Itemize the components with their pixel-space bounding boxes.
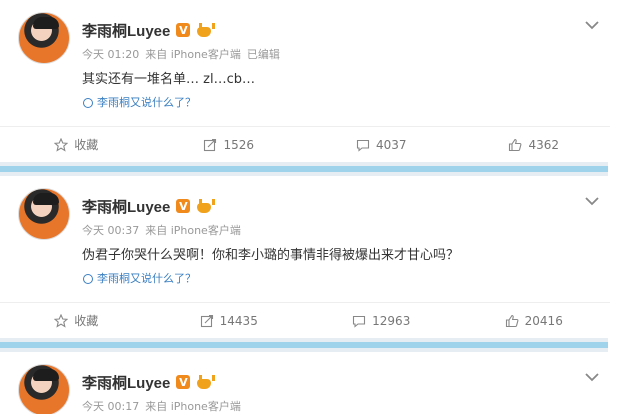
author-row: 李雨桐Luyee V xyxy=(82,20,216,41)
post-text: 伪君子你哭什么哭啊！你和李小璐的事情非得被爆出来才甘心吗？ xyxy=(82,248,460,263)
post-source: 来自 iPhone客户端 xyxy=(145,48,241,61)
post: 李雨桐Luyee V 今天 01:20 来自 iPhone客户端 已编辑 其实还… xyxy=(0,0,610,162)
repost-count: 1526 xyxy=(223,137,255,152)
comment-count: 12963 xyxy=(372,313,411,328)
verified-v-icon: V xyxy=(176,375,191,389)
topic-link[interactable]: 李雨桐又说什么了？ xyxy=(82,270,196,286)
post-text: 其实还有一堆名单… zl…cb… xyxy=(82,72,255,87)
comment-count: 4037 xyxy=(375,137,407,152)
like-count: 20416 xyxy=(524,313,563,328)
repost-button[interactable]: 14435 xyxy=(153,303,306,338)
repost-button[interactable]: 1526 xyxy=(153,127,306,162)
repost-icon xyxy=(204,138,217,151)
comment-button[interactable]: 12963 xyxy=(305,303,458,338)
crown-icon xyxy=(196,199,216,213)
chevron-down-icon[interactable] xyxy=(584,192,600,206)
verified-v-icon: V xyxy=(176,199,191,213)
collect-label: 收藏 xyxy=(74,138,99,152)
chevron-down-icon[interactable] xyxy=(584,368,600,382)
author-row: 李雨桐Luyee V xyxy=(82,372,216,393)
topic-icon xyxy=(82,273,93,284)
comment-icon xyxy=(356,139,370,152)
avatar[interactable] xyxy=(18,364,70,414)
avatar[interactable] xyxy=(18,12,70,64)
like-icon xyxy=(505,314,519,327)
like-count: 4362 xyxy=(528,137,560,152)
topic-label: 李雨桐又说什么了？ xyxy=(97,96,196,109)
repost-icon xyxy=(200,314,213,327)
post-source: 来自 iPhone客户端 xyxy=(145,400,241,413)
star-icon xyxy=(54,313,69,328)
action-bar: 收藏 1526 4037 4362 xyxy=(0,126,610,162)
post-source: 来自 iPhone客户端 xyxy=(145,224,241,237)
author-row: 李雨桐Luyee V xyxy=(82,196,216,217)
post-time[interactable]: 今天 00:17 xyxy=(82,398,139,414)
repost-count: 14435 xyxy=(219,313,258,328)
comment-button[interactable]: 4037 xyxy=(305,127,458,162)
crown-icon xyxy=(196,23,216,37)
chevron-down-icon[interactable] xyxy=(584,16,600,30)
action-bar: 收藏 14435 12963 20416 xyxy=(0,302,610,338)
crown-icon xyxy=(196,375,216,389)
verified-v-icon: V xyxy=(176,23,191,37)
avatar[interactable] xyxy=(18,188,70,240)
like-icon xyxy=(509,138,522,151)
edited-label: 已编辑 xyxy=(246,48,280,61)
topic-icon xyxy=(82,97,93,108)
collect-button[interactable]: 收藏 xyxy=(0,303,153,338)
post-separator xyxy=(0,338,608,352)
topic-label: 李雨桐又说什么了？ xyxy=(97,272,196,285)
post-time[interactable]: 今天 01:20 xyxy=(82,46,139,62)
post: 李雨桐Luyee V 今天 00:17 来自 iPhone客户端 xyxy=(0,352,610,414)
post-meta: 今天 01:20 来自 iPhone客户端 已编辑 xyxy=(82,46,280,62)
author-name[interactable]: 李雨桐Luyee xyxy=(82,20,170,41)
post-separator xyxy=(0,162,608,176)
star-icon xyxy=(54,137,69,152)
post-time[interactable]: 今天 00:37 xyxy=(82,222,139,238)
post-meta: 今天 00:17 来自 iPhone客户端 xyxy=(82,398,241,414)
post-meta: 今天 00:37 来自 iPhone客户端 xyxy=(82,222,241,238)
author-name[interactable]: 李雨桐Luyee xyxy=(82,196,170,217)
comment-icon xyxy=(353,315,366,328)
post: 李雨桐Luyee V 今天 00:37 来自 iPhone客户端 伪君子你哭什么… xyxy=(0,176,610,338)
collect-button[interactable]: 收藏 xyxy=(0,127,153,162)
like-button[interactable]: 4362 xyxy=(458,127,611,162)
author-name[interactable]: 李雨桐Luyee xyxy=(82,372,170,393)
weibo-feed: 李雨桐Luyee V 今天 01:20 来自 iPhone客户端 已编辑 其实还… xyxy=(0,0,640,414)
collect-label: 收藏 xyxy=(74,314,99,328)
topic-link[interactable]: 李雨桐又说什么了？ xyxy=(82,94,196,110)
like-button[interactable]: 20416 xyxy=(458,303,611,338)
